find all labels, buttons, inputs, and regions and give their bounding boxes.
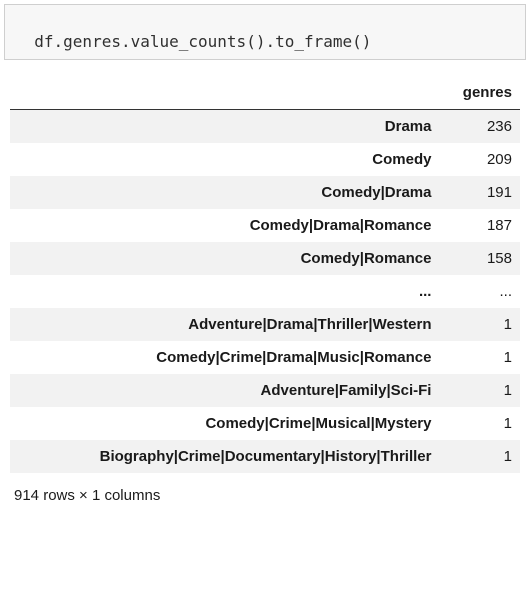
row-label: Biography|Crime|Documentary|History|Thri… (10, 440, 439, 473)
table-row: Comedy|Crime|Drama|Music|Romance 1 (10, 341, 520, 374)
code-text: df.genres.value_counts().to_frame() (34, 32, 371, 51)
table-row: Comedy|Drama 191 (10, 176, 520, 209)
row-label: Comedy|Drama|Romance (10, 209, 439, 242)
row-label: Drama (10, 110, 439, 144)
table-row: Adventure|Family|Sci-Fi 1 (10, 374, 520, 407)
output-area: genres Drama 236 Comedy 209 Comedy|Drama… (4, 60, 526, 512)
row-value: 191 (439, 176, 520, 209)
row-value: 236 (439, 110, 520, 144)
row-value: 209 (439, 143, 520, 176)
table-row: Comedy|Drama|Romance 187 (10, 209, 520, 242)
header-corner (10, 74, 439, 110)
row-value: 1 (439, 407, 520, 440)
row-value: ... (439, 275, 520, 308)
row-label: ... (10, 275, 439, 308)
row-label: Adventure|Family|Sci-Fi (10, 374, 439, 407)
row-label: Comedy (10, 143, 439, 176)
code-input-cell[interactable]: df.genres.value_counts().to_frame() (4, 4, 526, 60)
row-label: Comedy|Crime|Drama|Music|Romance (10, 341, 439, 374)
row-value: 1 (439, 440, 520, 473)
row-label: Adventure|Drama|Thriller|Western (10, 308, 439, 341)
row-label: Comedy|Drama (10, 176, 439, 209)
row-value: 187 (439, 209, 520, 242)
table-row: Comedy|Crime|Musical|Mystery 1 (10, 407, 520, 440)
row-value: 158 (439, 242, 520, 275)
table-row: Comedy|Romance 158 (10, 242, 520, 275)
table-row: Comedy 209 (10, 143, 520, 176)
dataframe-table: genres Drama 236 Comedy 209 Comedy|Drama… (10, 74, 520, 473)
dataframe-shape-info: 914 rows × 1 columns (10, 473, 520, 504)
column-header-genres: genres (439, 74, 520, 110)
row-label: Comedy|Romance (10, 242, 439, 275)
row-value: 1 (439, 374, 520, 407)
table-row: Biography|Crime|Documentary|History|Thri… (10, 440, 520, 473)
row-label: Comedy|Crime|Musical|Mystery (10, 407, 439, 440)
table-row: Adventure|Drama|Thriller|Western 1 (10, 308, 520, 341)
row-value: 1 (439, 341, 520, 374)
row-value: 1 (439, 308, 520, 341)
table-row: Drama 236 (10, 110, 520, 144)
table-row-ellipsis: ... ... (10, 275, 520, 308)
